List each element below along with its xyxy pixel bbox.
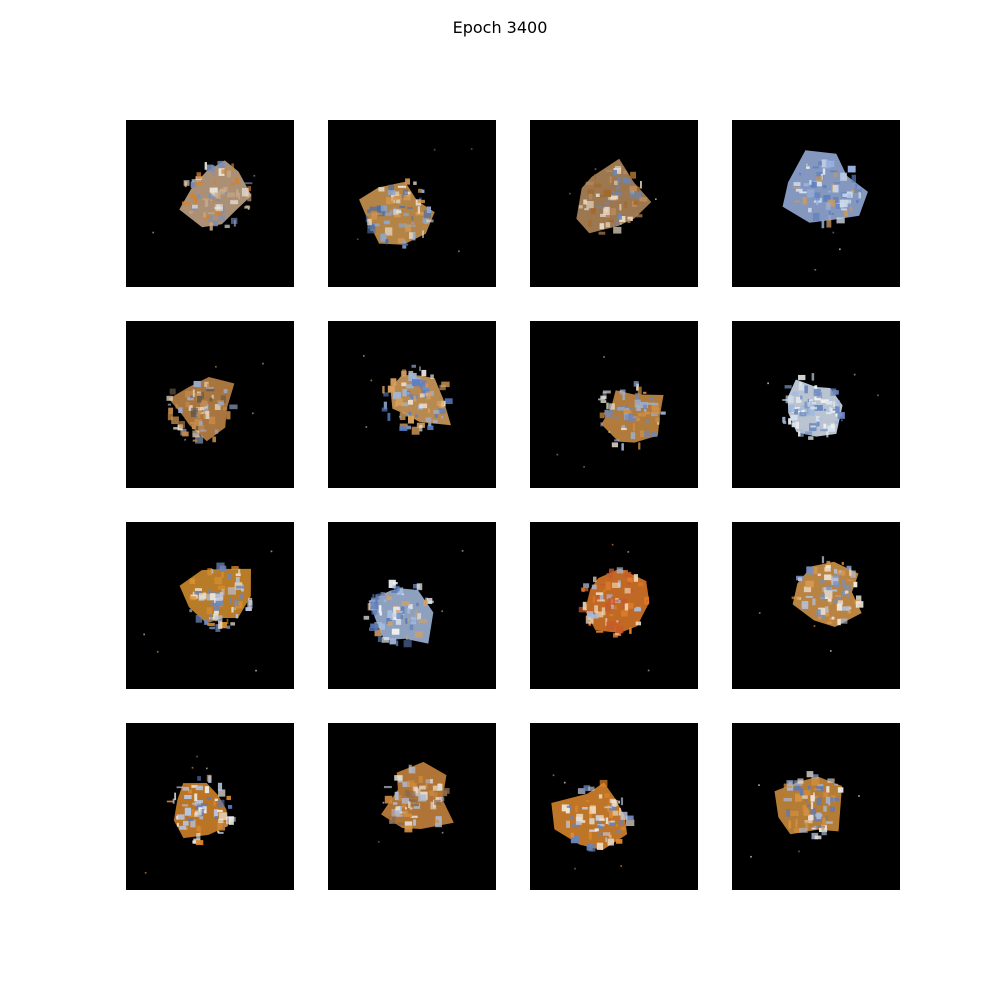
sample-image — [126, 120, 294, 287]
sample-image — [126, 723, 294, 890]
sample-image — [530, 723, 698, 890]
sample-image — [328, 522, 496, 689]
sample-image — [328, 321, 496, 488]
sample-image — [732, 723, 900, 890]
sample-image — [530, 522, 698, 689]
sample-image — [732, 522, 900, 689]
sample-image — [732, 321, 900, 488]
sample-image — [530, 321, 698, 488]
sample-image — [126, 522, 294, 689]
sample-image — [328, 120, 496, 287]
sample-image — [328, 723, 496, 890]
figure-title: Epoch 3400 — [452, 18, 548, 37]
sample-grid — [126, 120, 900, 890]
sample-image — [126, 321, 294, 488]
sample-image — [732, 120, 900, 287]
figure: Epoch 3400 — [0, 0, 1000, 1000]
sample-image — [530, 120, 698, 287]
